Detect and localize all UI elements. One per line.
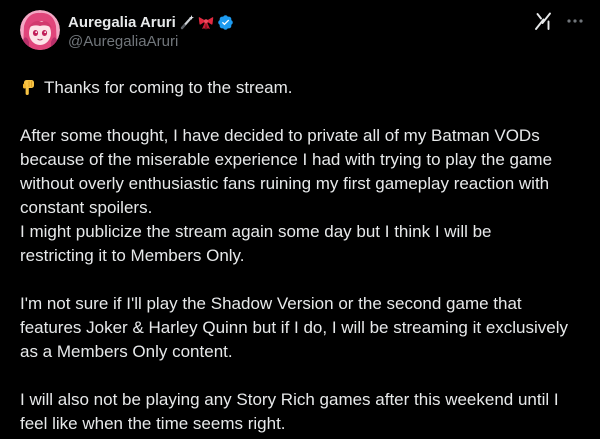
author-display-name[interactable]: Auregalia Aruri [68, 14, 176, 31]
paragraph-3-line-3: as a Members Only content. [20, 342, 233, 361]
author-handle[interactable]: @AuregaliaAruri [68, 33, 234, 50]
paragraph-2-line-6: restricting it to Members Only. [20, 246, 245, 265]
paragraph-1: Thanks for coming to the stream. [20, 76, 590, 100]
paragraph-3: I'm not sure if I'll play the Shadow Ver… [20, 292, 590, 364]
tweet-header: Auregalia Aruri @AuregaliaAruri [20, 10, 584, 62]
backhand-pointing-down-emoji-icon [20, 78, 38, 96]
grok-icon[interactable] [534, 12, 552, 30]
ribbon-emoji-icon [198, 14, 214, 30]
paragraph-1-text: Thanks for coming to the stream. [44, 78, 293, 97]
sparkle-wand-emoji-icon [179, 14, 195, 30]
paragraph-2: After some thought, I have decided to pr… [20, 124, 590, 268]
paragraph-2-line-4: constant spoilers. [20, 198, 153, 217]
more-options-icon[interactable] [566, 12, 584, 30]
paragraph-3-line-1: I'm not sure if I'll play the Shadow Ver… [20, 294, 522, 313]
avatar[interactable] [20, 10, 60, 50]
tweet-actions [534, 12, 584, 30]
paragraph-2-line-5: I might publicize the stream again some … [20, 222, 492, 241]
paragraph-4: I will also not be playing any Story Ric… [20, 388, 590, 436]
verified-badge-icon[interactable] [217, 14, 234, 31]
paragraph-2-line-3: without overly enthusiastic fans ruining… [20, 174, 550, 193]
paragraph-3-line-2: features Joker & Harley Quinn but if I d… [20, 318, 569, 337]
author-names: Auregalia Aruri @AuregaliaAruri [68, 10, 234, 50]
name-row: Auregalia Aruri [68, 12, 234, 32]
paragraph-2-line-2: because of the miserable experience I ha… [20, 150, 553, 169]
tweet-card: Auregalia Aruri @AuregaliaAruri Thanks f… [0, 0, 600, 439]
paragraph-4-line-2: feel like when the time seems right. [20, 414, 286, 433]
avatar-image [20, 10, 60, 50]
tweet-text: Thanks for coming to the stream. After s… [20, 76, 590, 436]
paragraph-4-line-1: I will also not be playing any Story Ric… [20, 390, 559, 409]
paragraph-2-line-1: After some thought, I have decided to pr… [20, 126, 540, 145]
